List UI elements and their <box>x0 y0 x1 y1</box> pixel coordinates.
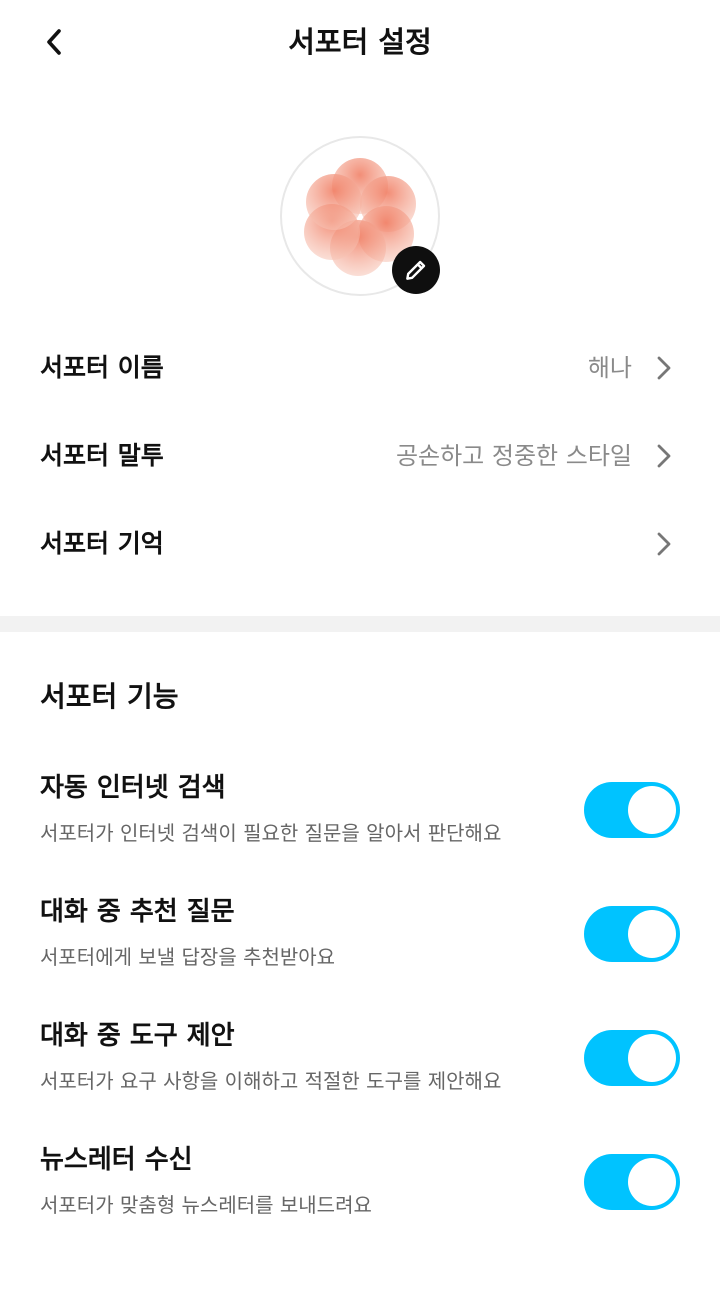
setting-row-name[interactable]: 서포터 이름 해나 <box>0 324 720 412</box>
feature-list: 자동 인터넷 검색 서포터가 인터넷 검색이 필요한 질문을 알아서 판단해요 … <box>0 764 720 1260</box>
feature-row-auto-search: 자동 인터넷 검색 서포터가 인터넷 검색이 필요한 질문을 알아서 판단해요 <box>0 764 720 888</box>
edit-avatar-button[interactable] <box>392 246 440 294</box>
setting-value: 해나 <box>587 354 632 382</box>
setting-row-memory[interactable]: 서포터 기억 <box>0 500 720 588</box>
feature-description: 서포터가 인터넷 검색이 필요한 질문을 알아서 판단해요 <box>40 821 502 845</box>
chevron-right-icon <box>657 532 671 556</box>
chevron-right-icon <box>657 356 671 380</box>
page-title: 서포터 설정 <box>288 25 432 59</box>
setting-value: 공손하고 정중한 스타일 <box>395 442 632 470</box>
section-divider <box>0 616 720 632</box>
toggle-knob <box>628 1158 676 1206</box>
setting-label: 서포터 말투 <box>40 441 164 470</box>
toggle-knob <box>628 910 676 958</box>
section-title: 서포터 기능 <box>40 680 179 713</box>
feature-row-tool-suggestions: 대화 중 도구 제안 서포터가 요구 사항을 이해하고 적절한 도구를 제안해요 <box>0 1012 720 1136</box>
setting-label: 서포터 이름 <box>40 353 164 382</box>
feature-description: 서포터가 요구 사항을 이해하고 적절한 도구를 제안해요 <box>40 1069 502 1093</box>
feature-name: 뉴스레터 수신 <box>40 1145 193 1175</box>
feature-name: 대화 중 도구 제안 <box>40 1021 235 1051</box>
toggle-knob <box>628 786 676 834</box>
auto-search-toggle[interactable] <box>584 782 680 838</box>
settings-list: 서포터 이름 해나 서포터 말투 공손하고 정중한 스타일 서포터 기억 <box>0 324 720 588</box>
suggested-questions-toggle[interactable] <box>584 906 680 962</box>
feature-description: 서포터가 맞춤형 뉴스레터를 보내드려요 <box>40 1193 372 1217</box>
header: 서포터 설정 <box>0 0 720 84</box>
feature-row-newsletter: 뉴스레터 수신 서포터가 맞춤형 뉴스레터를 보내드려요 <box>0 1136 720 1260</box>
feature-description: 서포터에게 보낼 답장을 추천받아요 <box>40 945 336 969</box>
feature-name: 자동 인터넷 검색 <box>40 773 226 803</box>
newsletter-toggle[interactable] <box>584 1154 680 1210</box>
setting-label: 서포터 기억 <box>40 529 164 558</box>
tool-suggestions-toggle[interactable] <box>584 1030 680 1086</box>
toggle-knob <box>628 1034 676 1082</box>
feature-name: 대화 중 추천 질문 <box>40 897 235 927</box>
feature-row-suggested-questions: 대화 중 추천 질문 서포터에게 보낼 답장을 추천받아요 <box>0 888 720 1012</box>
pencil-icon <box>406 260 426 280</box>
chevron-right-icon <box>657 444 671 468</box>
avatar-container <box>280 136 440 296</box>
setting-row-tone[interactable]: 서포터 말투 공손하고 정중한 스타일 <box>0 412 720 500</box>
